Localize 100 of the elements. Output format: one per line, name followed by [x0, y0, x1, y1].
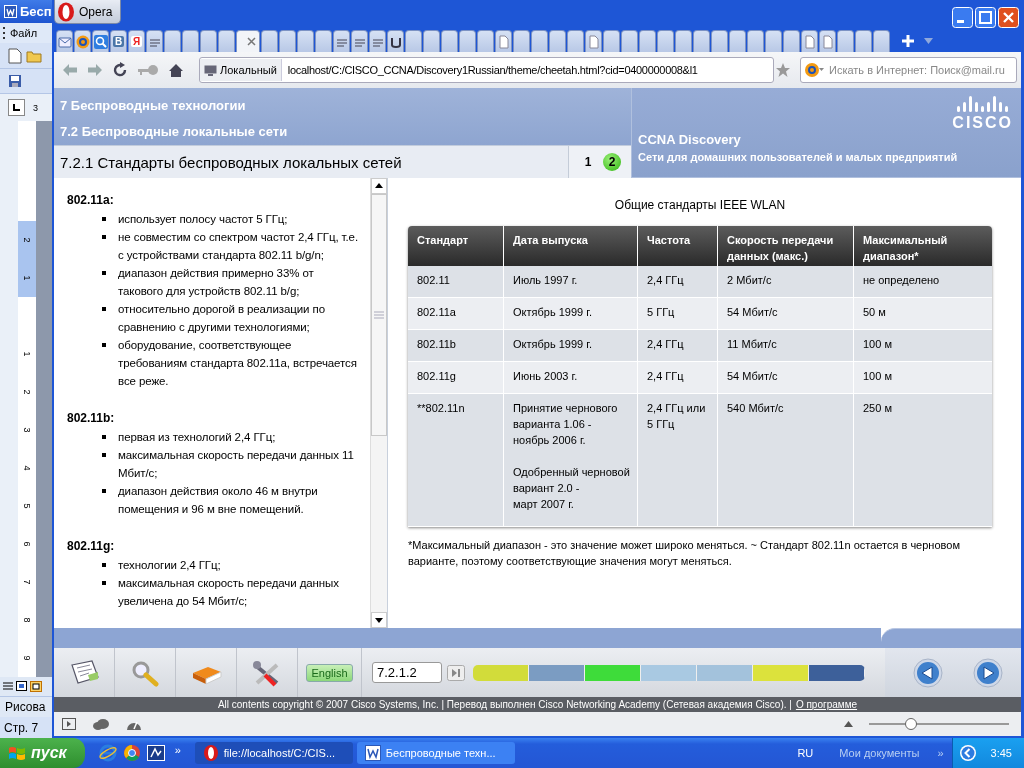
table-cell: 100 м — [853, 362, 992, 393]
progress-segment[interactable] — [529, 664, 585, 681]
windows-flag-icon — [8, 744, 26, 762]
cloud-icon[interactable] — [92, 718, 110, 730]
triangle-up-icon[interactable] — [844, 721, 853, 727]
table-cell-text: 802.11g — [416, 369, 457, 384]
menu-button[interactable]: Opera — [54, 0, 122, 24]
browser-tab[interactable]: В — [110, 30, 127, 52]
bullet-text: оборудование, соответствующее требованиям стандарта 802.11a, встречается все реже. — [118, 338, 358, 389]
bullet-text: максимальная скорость передачи данных 11 Мбит/с; — [118, 448, 355, 481]
browser-tab[interactable] — [387, 30, 404, 52]
word-app-icon — [4, 4, 17, 18]
table-cell: 2,4 ГГц — [637, 330, 717, 361]
language-indicator[interactable]: RU — [797, 747, 814, 759]
new-tab-icon[interactable] — [901, 34, 915, 48]
zoom-slider[interactable] — [869, 717, 1009, 731]
ruler-number: 1 — [22, 351, 32, 357]
key-icon[interactable] — [137, 64, 159, 76]
scroll-down-icon[interactable] — [371, 612, 387, 628]
go-to-page-icon[interactable] — [447, 664, 465, 681]
browser-tab[interactable]: Я — [128, 30, 145, 52]
table-cell: 100 м — [853, 330, 992, 361]
at-sign-icon — [75, 34, 90, 49]
folder-icon[interactable] — [26, 48, 42, 63]
normal-view-icon[interactable] — [3, 681, 13, 692]
next-button[interactable] — [973, 657, 1003, 688]
more-button[interactable]: » — [937, 747, 944, 759]
panel-toggle-icon[interactable] — [62, 718, 76, 730]
back-icon[interactable] — [62, 63, 78, 77]
notepad-icon[interactable] — [68, 658, 100, 687]
bullet-icon — [102, 271, 106, 275]
table-cell: 5 ГГц — [637, 298, 717, 329]
bullet-icon — [102, 563, 106, 567]
about-link[interactable]: О программе — [795, 699, 858, 710]
home-icon[interactable] — [168, 62, 184, 78]
bookmark-star-icon[interactable] — [775, 62, 791, 78]
scrollbar[interactable] — [370, 178, 387, 628]
bullet-icon — [102, 435, 106, 439]
dropdown-arrow-icon[interactable] — [924, 38, 933, 44]
scroll-up-icon[interactable] — [371, 178, 387, 194]
browser-e-icon[interactable] — [98, 744, 117, 762]
table-cell-text: 802.11 — [416, 273, 451, 288]
table-cell: Июль 1997 г. — [503, 266, 637, 297]
bullet-icon — [102, 581, 106, 585]
clock: 3:45 — [990, 747, 1012, 759]
tab-stop-button[interactable] — [8, 99, 25, 116]
more-button[interactable]: » — [174, 744, 181, 756]
slider-thumb[interactable] — [905, 718, 917, 730]
browser-tab[interactable] — [236, 30, 260, 52]
previous-button[interactable] — [913, 657, 943, 688]
collapse-arrow-icon[interactable] — [958, 744, 977, 762]
window-title: Бесп — [20, 3, 52, 19]
copyright-text: All contents copyright © 2007 Cisco Systems, Inc. | Перевод выполнен Cisco Networking Academy (Сетевая академия Cisco). | — [217, 699, 792, 710]
bullet-icon — [102, 217, 106, 221]
table-cell: 54 Мбит/с — [717, 362, 853, 393]
note-heading: 802.11a: — [67, 192, 115, 209]
address-field[interactable]: Локальный localhost/C:/CISCO_CCNA/Discovery1Russian/theme/cheetah.html?cid=0400000008&l1 — [199, 57, 774, 83]
forward-icon[interactable] — [87, 63, 103, 77]
page-button[interactable]: 2 — [603, 153, 621, 172]
browser-tab[interactable] — [74, 30, 91, 52]
web-view-icon[interactable] — [16, 681, 27, 692]
product-name: CCNA Discovery — [638, 132, 742, 147]
close-button[interactable] — [998, 7, 1019, 28]
reload-icon[interactable] — [112, 62, 128, 78]
grip-lines-icon — [374, 311, 384, 319]
security-badge[interactable]: Локальный — [200, 59, 282, 81]
signal-bars-icon — [956, 94, 1009, 112]
page-button[interactable]: 1 — [579, 153, 597, 172]
progress-segment[interactable] — [809, 664, 865, 681]
bullet-icon — [102, 453, 106, 457]
language-button[interactable]: English — [306, 663, 353, 682]
ruler-number: 1 — [22, 275, 32, 281]
minimize-button[interactable] — [952, 7, 973, 28]
bullet-text: диапазон действия примерно 33% от такового для устройств 802.11 b/g; — [118, 266, 315, 299]
o-logo-icon — [202, 745, 219, 761]
page-icon — [802, 34, 817, 49]
search-field[interactable]: Искать в Интернет: Поиск@mail.ru — [800, 57, 1017, 83]
print-view-icon[interactable] — [30, 680, 42, 692]
toolbar-label[interactable]: Мои документы — [839, 747, 920, 759]
taskbar-button[interactable]: Беспроводные техн... — [356, 742, 515, 764]
bullet-text: максимальная скорость передачи данных увеличена до 54 Мбит/с; — [118, 576, 340, 609]
ruler-number: 3 — [33, 102, 38, 113]
note-heading: 802.11b: — [67, 410, 116, 427]
start-button[interactable]: пуск — [0, 738, 85, 768]
media-icon[interactable] — [146, 745, 165, 761]
close-icon[interactable] — [247, 37, 256, 46]
page-number-field[interactable]: 7.2.1.2 — [372, 662, 442, 683]
column-header: Стандарт — [416, 233, 470, 248]
maximize-button[interactable] — [975, 7, 996, 28]
table-cell: Октябрь 1999 г. — [503, 330, 637, 361]
table-cell: Октябрь 1999 г. — [503, 298, 637, 329]
round-browser-icon[interactable] — [122, 744, 141, 762]
taskbar-button[interactable]: file://localhost/C:/CIS... — [194, 742, 353, 764]
save-icon[interactable] — [8, 74, 22, 89]
table-cell-text: **802.11n — [416, 401, 466, 416]
browser-tab[interactable] — [56, 30, 73, 52]
ruler-number: 3 — [22, 427, 32, 433]
scroll-thumb[interactable] — [371, 194, 387, 436]
browser-tab[interactable] — [92, 30, 109, 52]
new-document-icon[interactable] — [8, 47, 22, 64]
